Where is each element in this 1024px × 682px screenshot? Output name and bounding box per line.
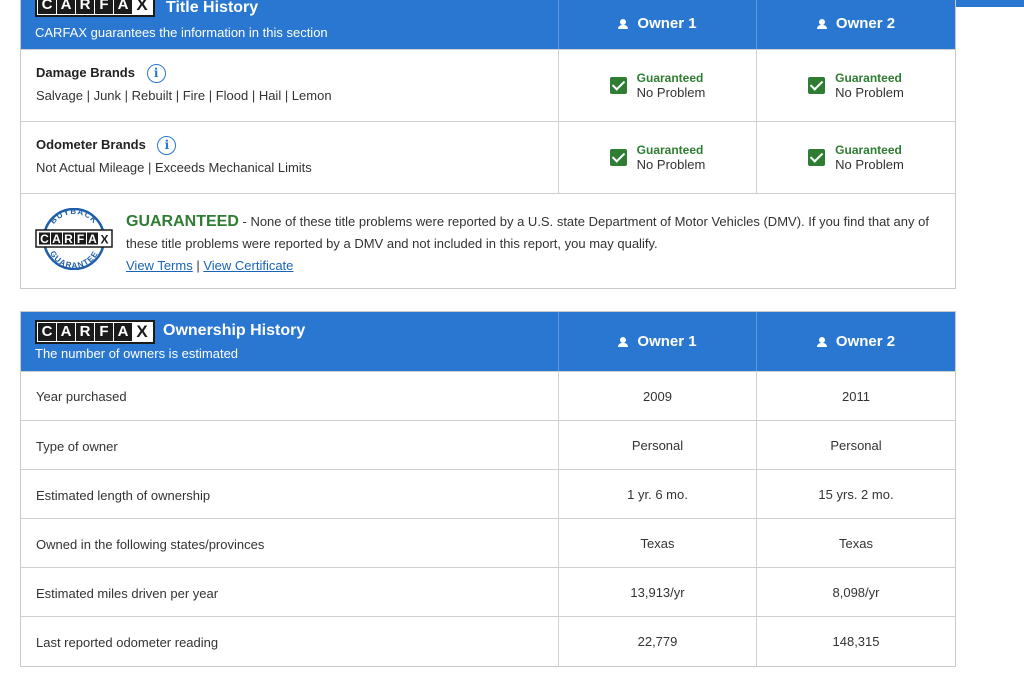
carfax-logo: C A R F A X <box>35 0 155 17</box>
row-label: Type of owner <box>36 439 118 454</box>
svg-text:A: A <box>88 232 97 246</box>
logo-letter: C <box>38 0 56 14</box>
owner-2-header: Owner 2 <box>756 312 955 371</box>
ownership-history-card: C A R F A X Ownership History The number… <box>20 311 956 667</box>
view-terms-link[interactable]: View Terms <box>126 258 193 273</box>
logo-letter: R <box>76 0 94 14</box>
ownership-history-header: C A R F A X Ownership History The number… <box>21 312 955 371</box>
row-label: Estimated miles driven per year <box>36 586 219 601</box>
section-title: Title History <box>166 0 259 16</box>
logo-letter: F <box>95 0 113 14</box>
owner-1-value: 22,779 <box>558 617 756 666</box>
person-icon <box>618 336 629 347</box>
guaranteed-label: Guaranteed <box>835 143 902 157</box>
title-history-header: C A R F A X Title History CARFAX guarant… <box>21 0 955 49</box>
odometer-brands-desc: Not Actual Mileage | Exceeds Mechanical … <box>36 160 312 175</box>
guarantee-text: GUARANTEED - None of these title problem… <box>126 211 936 277</box>
top-accent-bar <box>955 0 1024 7</box>
guarantee-row: BUYBACK GUARANTEE C A R F A X GUARANTEED… <box>21 193 955 288</box>
table-row: Year purchased 2009 2011 <box>21 371 955 420</box>
owner-2-value: 15 yrs. 2 mo. <box>756 470 955 518</box>
owner-label: Owner 1 <box>637 15 697 32</box>
guaranteed-word: GUARANTEED <box>126 213 239 230</box>
owner-2-value: 2011 <box>756 372 955 420</box>
owner-2-value: 8,098/yr <box>756 568 955 616</box>
row-heading: Odometer Brands i <box>36 136 177 155</box>
owner-1-value: Personal <box>558 421 756 469</box>
guarantee-description: - None of these title problems were repo… <box>126 214 929 251</box>
svg-text:F: F <box>77 232 84 246</box>
checkbox-checked-icon <box>808 149 826 166</box>
owner-label: Owner 2 <box>835 15 896 32</box>
svg-text:X: X <box>100 233 108 247</box>
owner-2-header: Owner 2 <box>756 0 955 49</box>
table-row: Last reported odometer reading 22,779 14… <box>21 616 955 666</box>
damage-brands-label: Damage Brands <box>36 64 135 80</box>
table-row: Owned in the following states/provinces … <box>21 518 955 567</box>
svg-text:R: R <box>64 232 73 246</box>
section-title: Ownership History <box>163 322 306 339</box>
person-icon <box>816 18 827 29</box>
status-label: No Problem <box>835 157 904 172</box>
logo-letter: F <box>95 323 113 341</box>
person-icon <box>816 336 827 347</box>
owner-2-value: Personal <box>756 421 955 469</box>
damage-brands-desc: Salvage | Junk | Rebuilt | Fire | Flood … <box>36 88 332 103</box>
link-separator: | <box>192 258 204 273</box>
owner-1-value: 13,913/yr <box>558 568 756 616</box>
guaranteed-label: Guaranteed <box>835 71 902 85</box>
owner-1-value: 2009 <box>558 372 756 420</box>
guaranteed-label: Guaranteed <box>636 71 704 85</box>
info-icon[interactable]: i <box>146 64 166 83</box>
guaranteed-label: Guaranteed <box>636 143 704 157</box>
logo-letter: A <box>57 0 75 14</box>
owner-2-value: Texas <box>756 519 955 567</box>
row-heading: Damage Brands i <box>36 64 166 83</box>
logo-letter: C <box>38 323 56 341</box>
logo-letter: A <box>57 323 75 341</box>
owner-label: Owner 2 <box>835 333 896 350</box>
row-label: Last reported odometer reading <box>36 635 219 650</box>
section-subtitle: CARFAX guarantees the information in thi… <box>35 25 328 40</box>
info-icon[interactable]: i <box>157 136 177 155</box>
owner-2-status: Guaranteed No Problem <box>756 122 955 193</box>
owner-1-value: 1 yr. 6 mo. <box>558 470 756 518</box>
view-certificate-link[interactable]: View Certificate <box>203 258 293 273</box>
row-label: Year purchased <box>36 389 127 404</box>
table-row: Estimated miles driven per year 13,913/y… <box>21 567 955 616</box>
checkbox-checked-icon <box>808 77 826 94</box>
buyback-guarantee-badge: BUYBACK GUARANTEE C A R F A X <box>35 208 113 270</box>
logo-letter: X <box>133 0 151 14</box>
svg-text:A: A <box>52 232 61 246</box>
owner-1-status: Guaranteed No Problem <box>558 122 756 193</box>
table-row: Estimated length of ownership 1 yr. 6 mo… <box>21 469 955 518</box>
logo-letter: A <box>114 323 132 341</box>
status-label: No Problem <box>835 85 904 100</box>
owner-2-value: 148,315 <box>756 617 955 666</box>
person-icon <box>618 18 629 29</box>
owner-1-status: Guaranteed No Problem <box>558 50 756 121</box>
checkbox-checked-icon <box>609 149 627 166</box>
odometer-brands-label: Odometer Brands <box>36 136 146 152</box>
owner-2-status: Guaranteed No Problem <box>756 50 955 121</box>
status-label: No Problem <box>636 85 706 100</box>
owner-1-header: Owner 1 <box>558 0 756 49</box>
row-label: Owned in the following states/provinces <box>36 537 265 552</box>
odometer-brands-row: Odometer Brands i Not Actual Mileage | E… <box>21 121 955 193</box>
owner-1-header: Owner 1 <box>558 312 756 371</box>
owner-label: Owner 1 <box>637 333 697 350</box>
row-label: Estimated length of ownership <box>36 488 211 503</box>
logo-letter: A <box>114 0 132 14</box>
damage-brands-row: Damage Brands i Salvage | Junk | Rebuilt… <box>21 49 955 121</box>
section-subtitle: The number of owners is estimated <box>35 346 239 361</box>
table-row: Type of owner Personal Personal <box>21 420 955 469</box>
owner-1-value: Texas <box>558 519 756 567</box>
logo-letter: R <box>76 323 94 341</box>
carfax-logo: C A R F A X <box>35 320 155 344</box>
logo-letter: X <box>133 323 151 341</box>
svg-text:C: C <box>40 232 49 246</box>
checkbox-checked-icon <box>609 77 627 94</box>
title-history-card: C A R F A X Title History CARFAX guarant… <box>20 0 956 289</box>
status-label: No Problem <box>636 157 706 172</box>
